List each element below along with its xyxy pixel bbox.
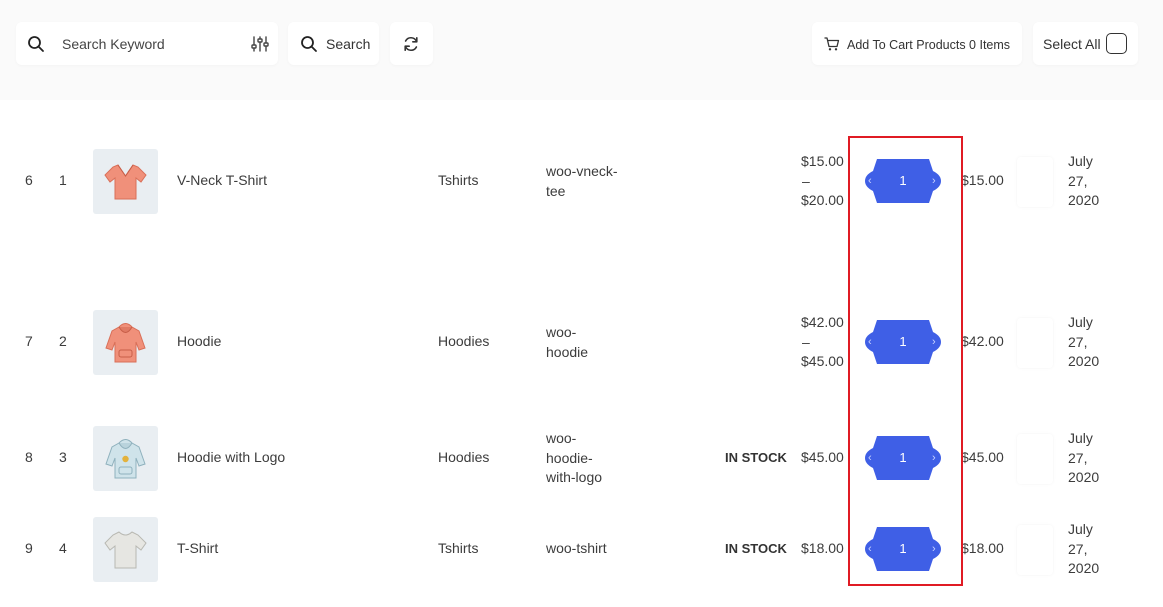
product-price: $45.00: [801, 449, 844, 465]
line-total: $42.00: [961, 333, 1004, 349]
product-name[interactable]: Hoodie: [177, 332, 221, 352]
product-price: $18.00: [801, 540, 844, 556]
vneck-tshirt-icon: [104, 164, 147, 200]
product-thumbnail[interactable]: [93, 149, 158, 214]
row-index: 9: [25, 540, 33, 556]
product-sku: woo-hoodie-with-logo: [546, 430, 603, 485]
select-all-toggle[interactable]: Select All: [1033, 22, 1138, 65]
product-sku: woo-tshirt: [546, 540, 607, 556]
tshirt-icon: [104, 531, 147, 569]
cart-icon: [824, 37, 840, 51]
row-number: 3: [59, 449, 67, 465]
hoodie-with-logo-icon: [105, 439, 146, 479]
row-number: 1: [59, 172, 67, 188]
line-total: $18.00: [961, 540, 1004, 556]
product-thumbnail[interactable]: [93, 310, 158, 375]
product-sku: woo-vneck-tee: [546, 163, 618, 199]
add-to-cart-label: Add To Cart Products 0 Items: [847, 38, 1011, 52]
filter-sliders-icon[interactable]: [250, 34, 270, 54]
add-to-cart-cell[interactable]: [1017, 318, 1053, 368]
select-all-label: Select All: [1043, 36, 1101, 52]
row-index: 7: [25, 333, 33, 349]
product-name[interactable]: Hoodie with Logo: [177, 448, 285, 468]
stock-status: IN STOCK: [725, 541, 787, 556]
product-price: $42.00 – $45.00: [801, 314, 844, 369]
search-icon: [28, 36, 44, 52]
refresh-icon: [404, 36, 418, 52]
search-button[interactable]: Search: [288, 22, 379, 65]
refresh-button[interactable]: [390, 22, 433, 65]
product-date: July 27, 2020: [1068, 430, 1100, 485]
line-total: $15.00: [961, 172, 1004, 188]
search-input[interactable]: [62, 32, 242, 56]
add-to-cart-cell[interactable]: [1017, 434, 1053, 484]
product-date: July 27, 2020: [1068, 314, 1100, 369]
product-sku: woo-hoodie: [546, 324, 589, 360]
line-total: $45.00: [961, 449, 1004, 465]
product-category: Tshirts: [438, 540, 479, 556]
row-number: 4: [59, 540, 67, 556]
product-thumbnail[interactable]: [93, 517, 158, 582]
add-to-cart-cell[interactable]: [1017, 157, 1053, 207]
product-category: Hoodies: [438, 333, 490, 349]
row-index: 8: [25, 449, 33, 465]
stock-status: IN STOCK: [725, 450, 787, 465]
search-box: [16, 22, 278, 65]
search-icon: [301, 36, 317, 52]
product-date: July 27, 2020: [1068, 521, 1100, 576]
row-index: 6: [25, 172, 33, 188]
quantity-column-highlight: [848, 136, 963, 586]
add-to-cart-summary[interactable]: Add To Cart Products 0 Items: [812, 22, 1022, 65]
product-category: Tshirts: [438, 172, 479, 188]
add-to-cart-cell[interactable]: [1017, 525, 1053, 575]
hoodie-icon: [105, 323, 146, 363]
toolbar: Search Add To Cart Products 0 Items Sele…: [0, 0, 1163, 100]
search-button-label: Search: [326, 36, 371, 52]
product-name[interactable]: V-Neck T-Shirt: [177, 171, 267, 191]
product-date: July 27, 2020: [1068, 153, 1100, 208]
select-all-checkbox[interactable]: [1106, 33, 1127, 54]
row-number: 2: [59, 333, 67, 349]
product-category: Hoodies: [438, 449, 490, 465]
product-name[interactable]: T-Shirt: [177, 539, 218, 559]
product-thumbnail[interactable]: [93, 426, 158, 491]
product-price: $15.00 – $20.00: [801, 153, 844, 208]
